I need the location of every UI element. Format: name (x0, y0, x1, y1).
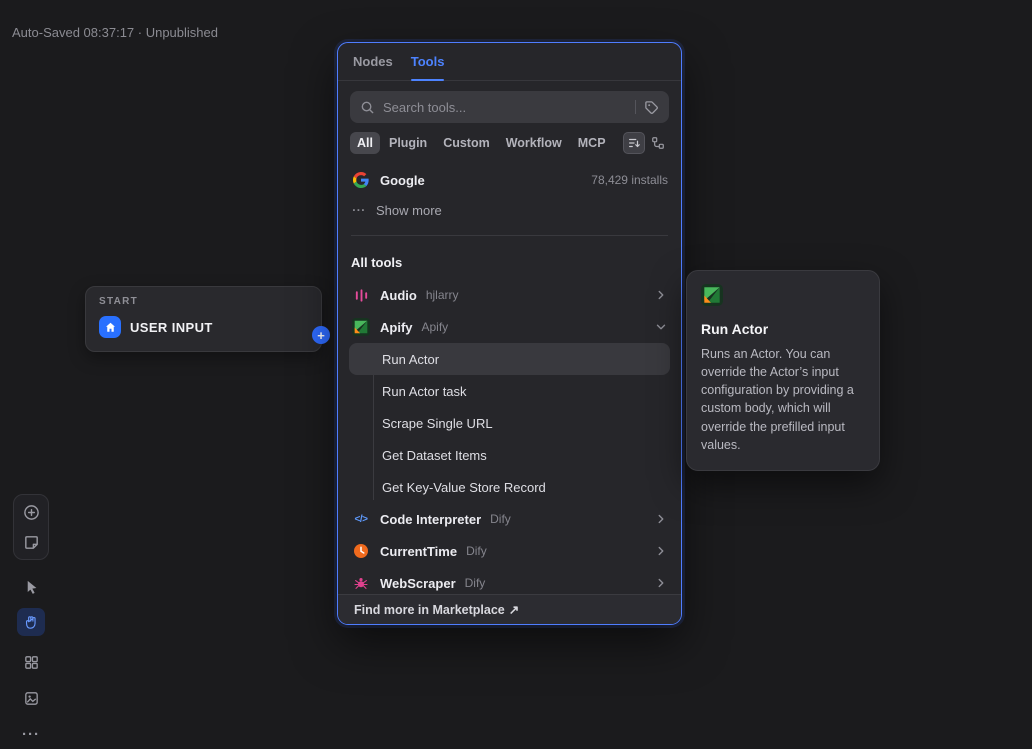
tool-name: Audio (380, 288, 417, 303)
add-connection-button[interactable]: + (312, 326, 330, 344)
tools-list: Google 78,429 installs ··· Show more All… (338, 162, 681, 624)
provider-name: Google (380, 173, 425, 188)
chevron-down-icon[interactable] (654, 320, 668, 334)
search-input[interactable] (383, 100, 627, 115)
marketplace-link[interactable]: Find more in Marketplace ↗ (338, 594, 681, 624)
organize-blocks-button[interactable] (17, 648, 45, 676)
tool-author: Dify (465, 576, 486, 590)
autosave-status: Auto-Saved 08:37:17 · Unpublished (12, 25, 218, 40)
filter-plugin[interactable]: Plugin (382, 132, 434, 154)
code-interpreter-icon: </> (351, 509, 371, 529)
tree-view-icon[interactable] (647, 132, 669, 154)
tab-tools[interactable]: Tools (411, 43, 445, 80)
all-tools-heading: All tools (338, 246, 681, 279)
sort-icon[interactable] (623, 132, 645, 154)
chevron-right-icon[interactable] (654, 512, 668, 526)
tool-detail-description: Runs an Actor. You can override the Acto… (701, 345, 865, 454)
tool-item-get-key-value-store-record[interactable]: Get Key-Value Store Record (349, 471, 670, 503)
more-options-button[interactable]: ··· (17, 720, 45, 748)
start-node-title: USER INPUT (130, 320, 213, 335)
canvas-toolbar: ··· (13, 494, 49, 748)
tool-row-code-interpreter[interactable]: </> Code Interpreter Dify (338, 503, 681, 535)
tool-author: hjlarry (426, 288, 459, 302)
tool-row-audio[interactable]: Audio hjlarry (338, 279, 681, 311)
tab-nodes[interactable]: Nodes (353, 43, 393, 80)
tool-detail-title: Run Actor (701, 321, 865, 337)
add-note-button[interactable] (17, 528, 45, 556)
google-icon (351, 170, 371, 190)
chevron-right-icon[interactable] (654, 576, 668, 590)
filter-all[interactable]: All (350, 132, 380, 154)
external-link-icon: ↗ (509, 602, 519, 617)
chevron-right-icon[interactable] (654, 288, 668, 302)
spider-icon (351, 573, 371, 593)
filter-custom[interactable]: Custom (436, 132, 497, 154)
filter-workflow[interactable]: Workflow (499, 132, 569, 154)
tool-item-run-actor-task[interactable]: Run Actor task (349, 375, 670, 407)
filter-mcp[interactable]: MCP (571, 132, 613, 154)
tool-name: Code Interpreter (380, 512, 481, 527)
apify-icon (351, 317, 371, 337)
home-icon (99, 316, 121, 338)
show-more-label: Show more (376, 203, 442, 218)
add-tools-group (13, 494, 49, 560)
tool-detail-card: Run Actor Runs an Actor. You can overrid… (686, 270, 880, 471)
tool-item-scrape-single-url[interactable]: Scrape Single URL (349, 407, 670, 439)
section-divider (351, 235, 668, 236)
filter-chips: All Plugin Custom Workflow MCP (338, 129, 681, 162)
tool-name: Apify (380, 320, 413, 335)
tool-author: Apify (422, 320, 449, 334)
audio-icon (351, 285, 371, 305)
ellipsis-icon: ··· (22, 726, 40, 743)
apify-icon (701, 284, 723, 306)
apify-actions-list: Run Actor Run Actor task Scrape Single U… (338, 343, 681, 503)
tool-author: Dify (490, 512, 511, 526)
hand-mode-button[interactable] (17, 608, 45, 636)
tool-item-get-dataset-items[interactable]: Get Dataset Items (349, 439, 670, 471)
clock-icon (351, 541, 371, 561)
start-node[interactable]: START USER INPUT + (85, 286, 322, 352)
install-count: 78,429 installs (591, 173, 668, 187)
tool-item-run-actor[interactable]: Run Actor (349, 343, 670, 375)
show-more-button[interactable]: ··· Show more (338, 195, 681, 225)
tool-name: CurrentTime (380, 544, 457, 559)
provider-row-google[interactable]: Google 78,429 installs (338, 165, 681, 195)
fit-view-button[interactable] (17, 684, 45, 712)
search-divider (635, 100, 636, 114)
search-icon (360, 100, 375, 115)
tag-filter-icon[interactable] (644, 100, 659, 115)
tool-row-currenttime[interactable]: CurrentTime Dify (338, 535, 681, 567)
tool-row-apify[interactable]: Apify Apify (338, 311, 681, 343)
panel-tabs: Nodes Tools (338, 43, 681, 81)
tool-author: Dify (466, 544, 487, 558)
tools-panel: Nodes Tools All Plugin Custom Workflow M… (337, 42, 682, 625)
add-node-button[interactable] (17, 498, 45, 526)
marketplace-link-label: Find more in Marketplace (354, 603, 505, 617)
tool-name: WebScraper (380, 576, 456, 591)
start-node-header: START (86, 287, 321, 309)
pointer-mode-button[interactable] (17, 572, 45, 600)
ellipsis-icon: ··· (351, 203, 367, 217)
chevron-right-icon[interactable] (654, 544, 668, 558)
search-box (350, 91, 669, 123)
